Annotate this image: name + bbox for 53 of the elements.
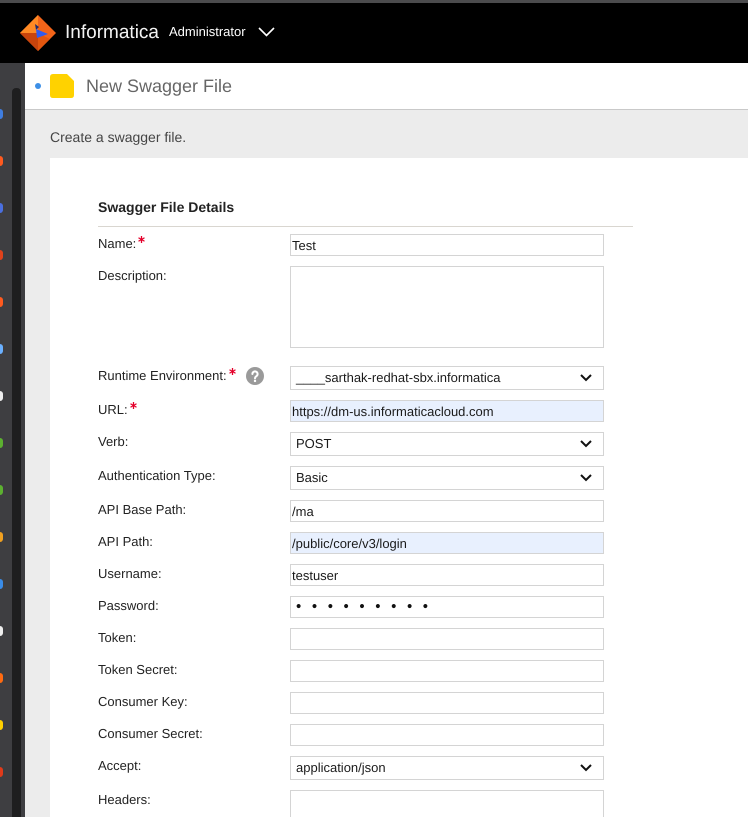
page-title: New Swagger File xyxy=(86,75,232,97)
text-field[interactable] xyxy=(290,724,604,746)
field-label: URL: xyxy=(98,401,128,419)
field-label: API Path: xyxy=(98,533,153,551)
text-field[interactable]: Test xyxy=(290,234,604,256)
app-icon[interactable] xyxy=(0,626,3,636)
text-area[interactable] xyxy=(290,266,604,348)
app-icon[interactable] xyxy=(0,344,3,354)
app-icon[interactable] xyxy=(0,720,3,730)
dropdown[interactable]: ____sarthak-redhat-sbx.informatica xyxy=(290,366,604,390)
text-field[interactable]: /ma xyxy=(290,500,604,522)
field-label: Password: xyxy=(98,597,159,615)
chevron-down-icon xyxy=(580,440,592,448)
scrollbar-thumb[interactable] xyxy=(12,88,21,817)
chevron-down-icon xyxy=(258,27,275,37)
dropdown[interactable]: application/json xyxy=(290,756,604,780)
file-icon xyxy=(50,74,74,98)
chevron-down-icon xyxy=(580,764,592,772)
text-field[interactable]: /public/core/v3/login xyxy=(290,532,604,554)
field-label: Authentication Type: xyxy=(98,467,216,485)
field-label: Token Secret: xyxy=(98,661,178,679)
text-field[interactable] xyxy=(290,692,604,714)
field-label: Headers: xyxy=(98,791,151,809)
app-switcher-button[interactable]: Administrator xyxy=(168,23,275,41)
dropdown[interactable]: POST xyxy=(290,432,604,456)
dropdown[interactable]: Basic xyxy=(290,466,604,490)
text-field[interactable] xyxy=(290,660,604,682)
text-field[interactable]: testuser xyxy=(290,564,604,586)
app-icon[interactable] xyxy=(0,390,3,400)
section-heading: Swagger File Details xyxy=(98,199,234,215)
app-icon[interactable] xyxy=(0,438,3,448)
app-icon[interactable] xyxy=(0,672,3,682)
text-field[interactable] xyxy=(290,628,604,650)
page-description: Create a swagger file. xyxy=(50,129,186,145)
field-label: Name: xyxy=(98,235,136,253)
chevron-down-icon xyxy=(580,474,592,482)
help-icon[interactable] xyxy=(246,367,264,385)
field-label: Username: xyxy=(98,565,162,583)
field-label: Description: xyxy=(98,267,167,285)
field-label: Consumer Secret: xyxy=(98,725,203,743)
field-label: Verb: xyxy=(98,433,128,451)
field-label: API Base Path: xyxy=(98,501,186,519)
text-field[interactable]: https://dm-us.informaticacloud.com xyxy=(290,400,604,422)
brand-name: Informatica xyxy=(65,21,159,45)
app-icon[interactable] xyxy=(0,532,3,542)
chevron-down-icon xyxy=(580,374,592,382)
app-icon[interactable] xyxy=(0,484,3,494)
diamond-logo-icon xyxy=(20,15,56,51)
field-label: Consumer Key: xyxy=(98,693,188,711)
field-label: Runtime Environment: xyxy=(98,367,227,385)
password-field[interactable]: ••••••••• xyxy=(290,596,604,618)
field-label: Token: xyxy=(98,629,136,647)
field-label: Accept: xyxy=(98,757,142,775)
